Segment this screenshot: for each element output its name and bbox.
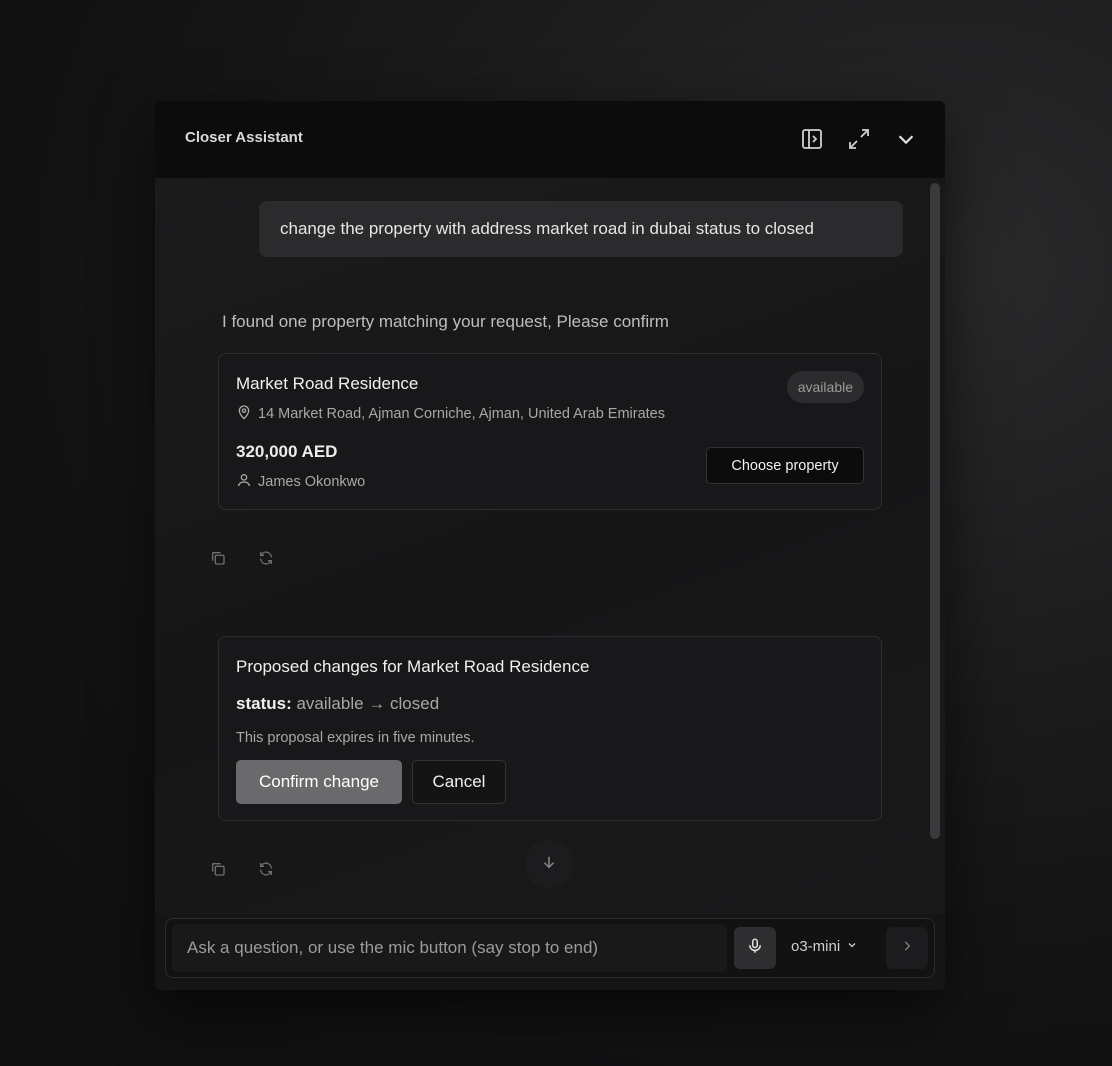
proposal-title: Proposed changes for Market Road Residen… bbox=[236, 657, 590, 676]
sidebar-toggle-icon[interactable] bbox=[798, 125, 826, 153]
property-title: Market Road Residence bbox=[236, 374, 419, 393]
choose-property-button[interactable]: Choose property bbox=[706, 447, 864, 484]
user-message: change the property with address market … bbox=[259, 201, 903, 257]
assistant-message: I found one property matching your reque… bbox=[222, 312, 669, 331]
status-badge: available bbox=[786, 371, 864, 403]
refresh-icon[interactable] bbox=[256, 859, 276, 879]
proposal-expiry: This proposal expires in five minutes. bbox=[236, 730, 475, 746]
property-owner: James Okonkwo bbox=[258, 474, 366, 490]
assistant-panel: Closer Assistant change the property wit… bbox=[155, 101, 945, 990]
property-address-row: 14 Market Road, Ajman Corniche, Ajman, U… bbox=[236, 404, 665, 424]
proposal-card: Proposed changes for Market Road Residen… bbox=[218, 636, 882, 821]
property-address: 14 Market Road, Ajman Corniche, Ajman, U… bbox=[258, 406, 665, 422]
property-price: 320,000 AED bbox=[236, 442, 338, 461]
model-name: o3-mini bbox=[791, 938, 841, 955]
proposal-change: status: available → closed bbox=[236, 694, 439, 714]
chat-input[interactable] bbox=[172, 924, 727, 972]
panel-header: Closer Assistant bbox=[155, 101, 945, 178]
arrow-down-icon bbox=[540, 853, 558, 876]
model-selector[interactable]: o3-mini bbox=[791, 938, 858, 955]
copy-icon[interactable] bbox=[208, 548, 228, 568]
user-icon bbox=[236, 472, 252, 492]
chevron-down-icon[interactable] bbox=[892, 125, 920, 153]
chevron-right-icon bbox=[900, 939, 914, 958]
refresh-icon[interactable] bbox=[256, 548, 276, 568]
property-card: Market Road Residence available 14 Marke… bbox=[218, 353, 882, 510]
scrollbar[interactable] bbox=[930, 183, 940, 839]
map-pin-icon bbox=[236, 404, 252, 424]
expand-icon[interactable] bbox=[845, 125, 873, 153]
composer: o3-mini bbox=[165, 918, 935, 978]
scroll-down-button[interactable] bbox=[525, 840, 573, 888]
message-actions bbox=[208, 548, 276, 568]
proposal-change-value: available → closed bbox=[296, 694, 440, 713]
proposal-field: status: bbox=[236, 694, 292, 713]
copy-icon[interactable] bbox=[208, 859, 228, 879]
mic-button[interactable] bbox=[734, 927, 776, 969]
confirm-change-button[interactable]: Confirm change bbox=[236, 760, 402, 804]
panel-title: Closer Assistant bbox=[185, 129, 303, 146]
chevron-down-icon bbox=[846, 938, 858, 955]
cancel-button[interactable]: Cancel bbox=[412, 760, 506, 804]
message-actions-2 bbox=[208, 859, 276, 879]
mic-icon bbox=[746, 937, 764, 960]
chat-body: change the property with address market … bbox=[155, 178, 945, 914]
property-owner-row: James Okonkwo bbox=[236, 472, 365, 492]
send-button[interactable] bbox=[886, 927, 928, 969]
